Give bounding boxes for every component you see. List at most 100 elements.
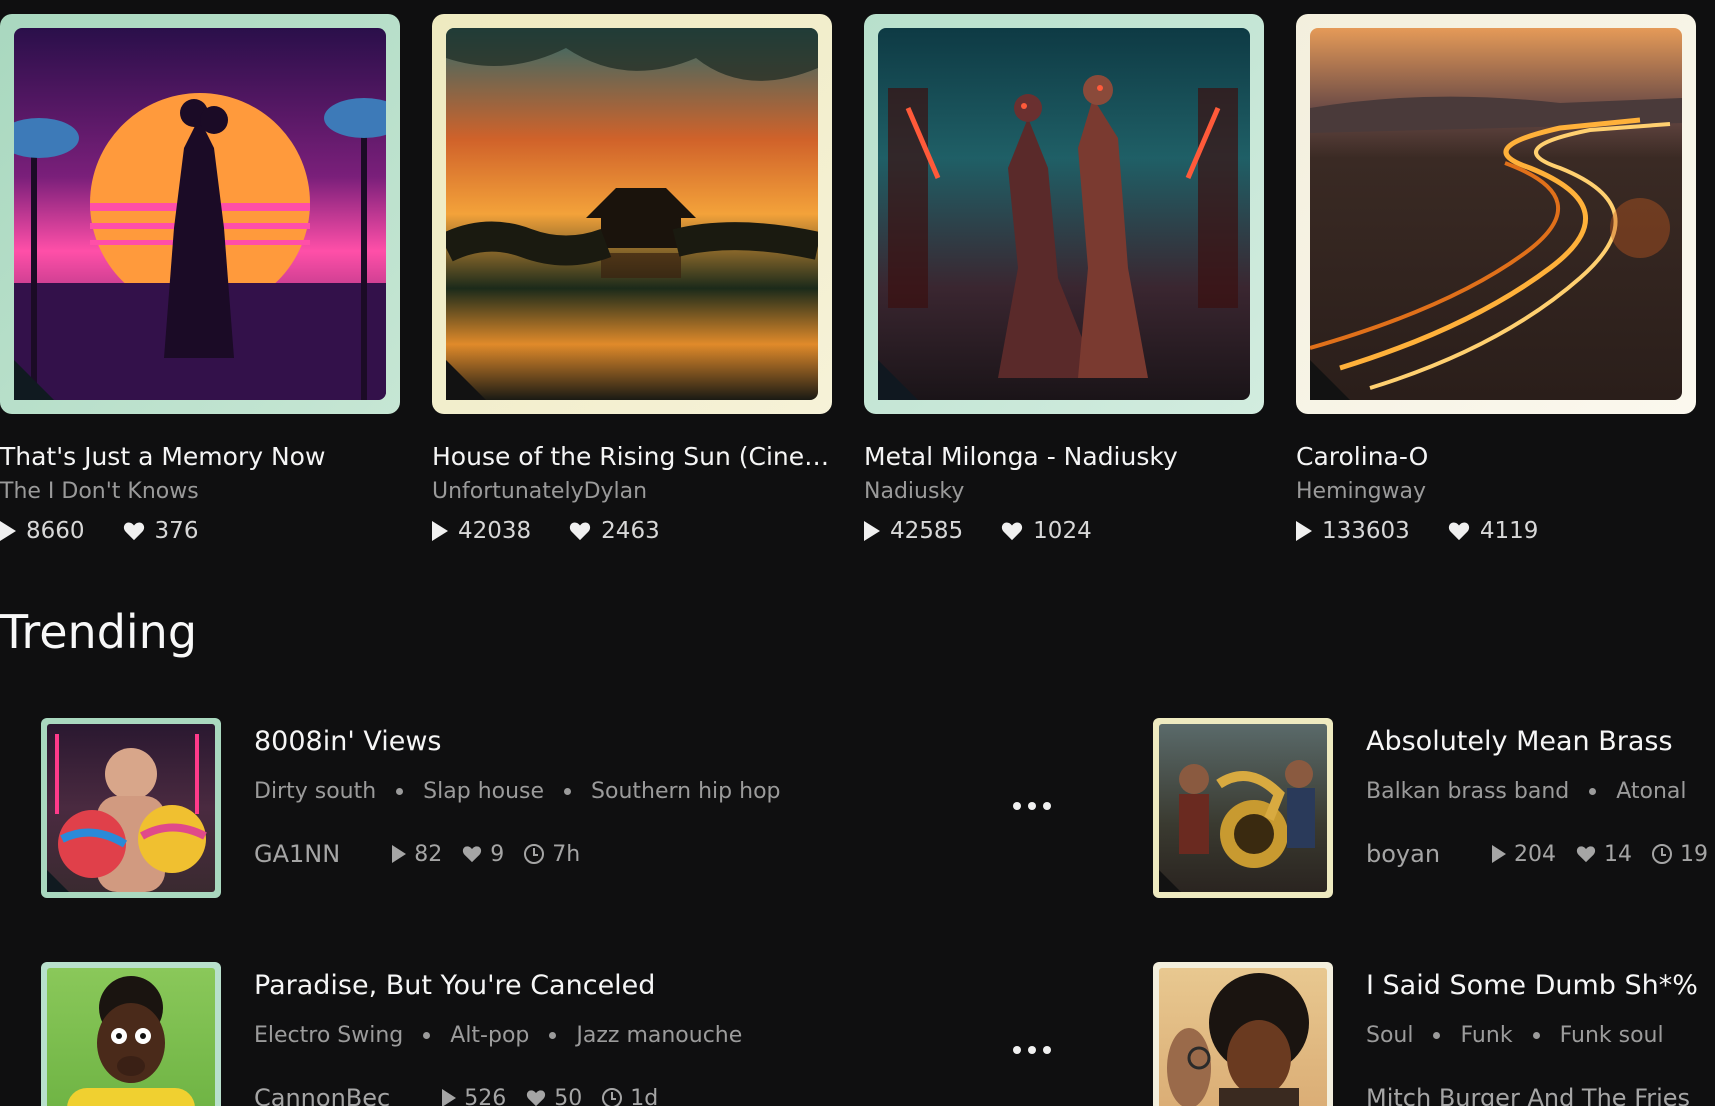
- cover-art: [1159, 724, 1327, 892]
- trending-track[interactable]: 8008in' Views Dirty south Slap house Sou…: [41, 718, 781, 898]
- track-age: 7h: [552, 841, 581, 867]
- genre-tag[interactable]: Funk: [1460, 1023, 1512, 1048]
- separator-dot: [564, 788, 572, 795]
- like-count: 376: [154, 518, 199, 544]
- genre-tag[interactable]: Slap house: [423, 779, 544, 804]
- track-thumbnail[interactable]: [1153, 962, 1333, 1106]
- separator-dot: [396, 788, 404, 795]
- corner-badge-icon: [1159, 870, 1181, 892]
- like-count: 14: [1604, 841, 1633, 867]
- play-count: 133603: [1322, 518, 1410, 544]
- play-icon: [1296, 521, 1312, 541]
- genre-tag[interactable]: Atonal: [1616, 779, 1686, 804]
- cover-art: [14, 28, 386, 400]
- track-user[interactable]: Mitch Burger And The Fries: [1366, 1084, 1690, 1106]
- play-icon: [432, 521, 448, 541]
- section-title-trending: Trending: [0, 605, 198, 659]
- heart-icon: [463, 846, 482, 863]
- card-artist[interactable]: Hemingway: [1296, 479, 1696, 504]
- featured-row: That's Just a Memory Now The I Don't Kno…: [0, 14, 1696, 544]
- corner-badge-icon: [1310, 360, 1350, 400]
- track-title[interactable]: Paradise, But You're Canceled: [254, 970, 742, 1001]
- cover-frame[interactable]: [432, 14, 832, 414]
- like-count: 4119: [1479, 518, 1539, 544]
- separator-dot: [423, 1032, 431, 1039]
- card-stats: 42038 2463: [432, 518, 832, 544]
- cover-art: [47, 724, 215, 892]
- play-icon: [1492, 845, 1507, 863]
- card-title[interactable]: That's Just a Memory Now: [0, 442, 400, 471]
- genre-tag[interactable]: Funk soul: [1560, 1023, 1664, 1048]
- card-title[interactable]: Carolina-O: [1296, 442, 1696, 471]
- track-thumbnail[interactable]: [41, 962, 221, 1106]
- track-thumbnail[interactable]: [1153, 718, 1333, 898]
- genre-tag[interactable]: Alt-pop: [450, 1023, 529, 1048]
- card-artist[interactable]: The I Don't Knows: [0, 479, 400, 504]
- genre-tag[interactable]: Southern hip hop: [591, 779, 780, 804]
- like-count: 9: [490, 841, 505, 867]
- track-age: 1d: [630, 1085, 659, 1106]
- track-title[interactable]: 8008in' Views: [254, 726, 781, 757]
- corner-badge-icon: [878, 360, 918, 400]
- more-options-button[interactable]: [1013, 1046, 1051, 1054]
- like-count: 1024: [1033, 518, 1092, 544]
- featured-card[interactable]: House of the Rising Sun (Cinem... Unfort…: [432, 14, 832, 544]
- cover-frame[interactable]: [864, 14, 1264, 414]
- winding-road-image: [1310, 96, 1682, 390]
- play-count: 82: [414, 841, 443, 867]
- clock-icon: [524, 844, 545, 864]
- track-user[interactable]: boyan: [1366, 840, 1440, 868]
- corner-badge-icon: [47, 870, 69, 892]
- card-artist[interactable]: UnfortunatelyDylan: [432, 479, 832, 504]
- track-title[interactable]: I Said Some Dumb Sh*%: [1366, 970, 1715, 1001]
- genre-list: Soul Funk Funk soul: [1366, 1023, 1715, 1048]
- separator-dot: [1532, 1032, 1540, 1039]
- track-meta: boyan 204 14 19: [1366, 840, 1715, 868]
- cover-art: [446, 28, 818, 400]
- corner-badge-icon: [14, 360, 54, 400]
- bald-man-beachballs-image: [55, 734, 207, 892]
- card-title[interactable]: Metal Milonga - Nadiusky: [864, 442, 1264, 471]
- play-count: 42038: [458, 518, 532, 544]
- genre-tag[interactable]: Soul: [1366, 1023, 1413, 1048]
- track-user[interactable]: GA1NN: [254, 840, 340, 868]
- genre-tag[interactable]: Electro Swing: [254, 1023, 403, 1048]
- play-icon: [0, 521, 16, 541]
- like-count: 50: [554, 1085, 583, 1106]
- track-age: 19: [1680, 841, 1709, 867]
- more-options-button[interactable]: [1013, 802, 1051, 810]
- synthwave-couple-image: [14, 93, 386, 400]
- heart-icon: [527, 1090, 546, 1106]
- featured-card[interactable]: Metal Milonga - Nadiusky Nadiusky 42585 …: [864, 14, 1264, 544]
- track-title[interactable]: Absolutely Mean Brass: [1366, 726, 1715, 757]
- trending-track[interactable]: I Said Some Dumb Sh*% Soul Funk Funk sou…: [1153, 962, 1715, 1106]
- featured-card[interactable]: Carolina-O Hemingway 133603 4119: [1296, 14, 1696, 544]
- track-thumbnail[interactable]: [41, 718, 221, 898]
- play-icon: [442, 1089, 457, 1106]
- brass-band-image: [1179, 760, 1315, 868]
- genre-list: Electro Swing Alt-pop Jazz manouche: [254, 1023, 742, 1048]
- cover-frame[interactable]: [1296, 14, 1696, 414]
- track-meta: CannonBec 526 50 1d: [254, 1084, 742, 1106]
- card-artist[interactable]: Nadiusky: [864, 479, 1264, 504]
- heart-icon: [1448, 522, 1469, 541]
- play-icon: [392, 845, 407, 863]
- cover-frame[interactable]: [0, 14, 400, 414]
- trending-track[interactable]: Absolutely Mean Brass Balkan brass band …: [1153, 718, 1715, 898]
- heart-icon: [570, 522, 591, 541]
- featured-card[interactable]: That's Just a Memory Now The I Don't Kno…: [0, 14, 400, 544]
- heart-icon: [1002, 522, 1023, 541]
- card-title[interactable]: House of the Rising Sun (Cinem...: [432, 442, 832, 471]
- track-user[interactable]: CannonBec: [254, 1084, 390, 1106]
- cover-art: [1310, 28, 1682, 400]
- genre-tag[interactable]: Dirty south: [254, 779, 376, 804]
- separator-dot: [1589, 788, 1597, 795]
- genre-tag[interactable]: Balkan brass band: [1366, 779, 1569, 804]
- trending-track[interactable]: Paradise, But You're Canceled Electro Sw…: [41, 962, 742, 1106]
- genre-tag[interactable]: Jazz manouche: [576, 1023, 742, 1048]
- play-count: 42585: [890, 518, 964, 544]
- play-count: 526: [464, 1085, 507, 1106]
- genre-list: Dirty south Slap house Southern hip hop: [254, 779, 781, 804]
- heart-icon: [123, 522, 144, 541]
- play-count: 204: [1514, 841, 1557, 867]
